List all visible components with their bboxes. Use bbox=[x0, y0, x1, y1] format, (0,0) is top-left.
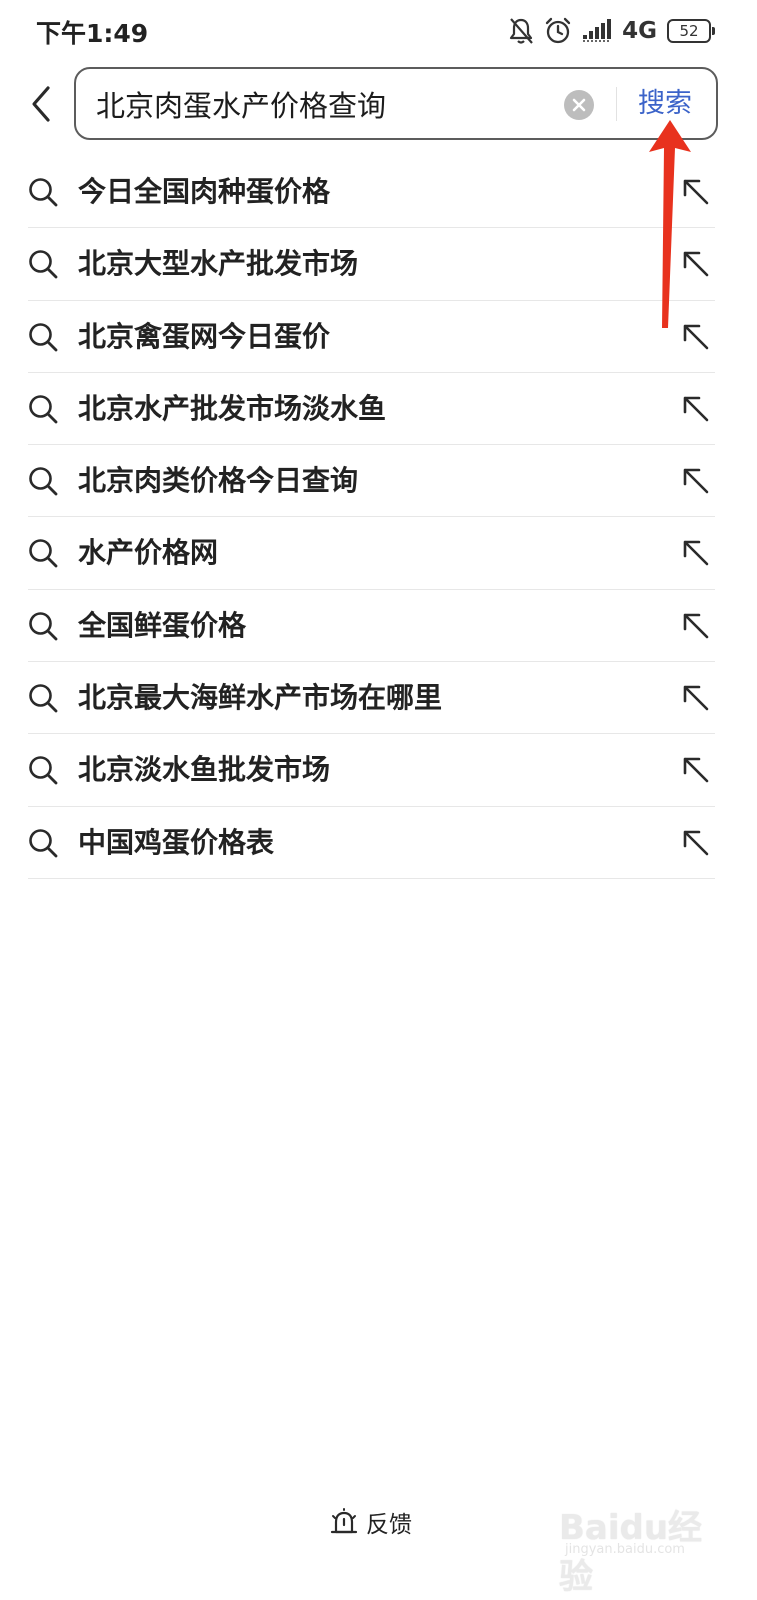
clear-button[interactable] bbox=[564, 90, 594, 120]
search-icon bbox=[29, 684, 58, 713]
suggestion-item[interactable]: 北京禽蛋网今日蛋价 bbox=[28, 301, 715, 373]
feedback-label: 反馈 bbox=[366, 1512, 412, 1538]
search-bar: 搜索 bbox=[74, 67, 718, 140]
search-icon bbox=[29, 756, 58, 785]
suggestion-list: 今日全国肉种蛋价格 北京大型水产批发市场 北京禽蛋网今日蛋价 北京水产批发市场淡… bbox=[28, 156, 715, 879]
feedback-icon bbox=[330, 1508, 358, 1534]
search-divider bbox=[616, 87, 617, 121]
suggestion-item[interactable]: 水产价格网 bbox=[28, 517, 715, 590]
annotation-arrow bbox=[649, 120, 691, 328]
suggestion-text: 全国鲜蛋价格 bbox=[78, 608, 247, 642]
suggestion-text: 水产价格网 bbox=[78, 536, 219, 570]
search-icon bbox=[29, 539, 58, 568]
back-button[interactable] bbox=[22, 82, 58, 126]
back-icon bbox=[32, 86, 50, 122]
search-icon bbox=[29, 467, 58, 496]
fill-arrow-icon[interactable] bbox=[680, 610, 712, 642]
suggestion-text: 北京淡水鱼批发市场 bbox=[78, 753, 331, 787]
suggestion-text: 北京肉类价格今日查询 bbox=[78, 464, 359, 498]
suggestion-text: 中国鸡蛋价格表 bbox=[78, 825, 275, 859]
search-icon bbox=[29, 611, 58, 641]
status-icons: 4G 52 bbox=[508, 14, 715, 48]
alarm-icon bbox=[544, 17, 572, 45]
search-icon bbox=[29, 250, 58, 279]
search-icon bbox=[29, 178, 58, 207]
battery-level: 52 bbox=[679, 22, 699, 40]
mute-icon bbox=[508, 17, 534, 45]
watermark-url: jingyan.baidu.com bbox=[565, 1542, 685, 1557]
fill-arrow-icon[interactable] bbox=[680, 682, 712, 714]
suggestion-text: 北京禽蛋网今日蛋价 bbox=[78, 319, 331, 353]
watermark: Baidu经验 jingyan.baidu.com bbox=[559, 1494, 709, 1597]
clear-icon bbox=[564, 90, 594, 120]
search-input[interactable] bbox=[96, 81, 556, 126]
search-icon bbox=[29, 828, 58, 858]
suggestion-text: 北京最大海鲜水产市场在哪里 bbox=[78, 681, 443, 715]
search-icon bbox=[29, 322, 58, 351]
suggestion-item[interactable]: 中国鸡蛋价格表 bbox=[28, 807, 715, 879]
suggestion-item[interactable]: 北京肉类价格今日查询 bbox=[28, 445, 715, 518]
fill-arrow-icon[interactable] bbox=[680, 537, 712, 569]
status-time: 下午1:49 bbox=[36, 19, 149, 48]
suggestion-item[interactable]: 北京大型水产批发市场 bbox=[28, 228, 715, 301]
fill-arrow-icon[interactable] bbox=[680, 465, 712, 497]
status-bar: 下午1:49 4G 52 bbox=[0, 0, 757, 62]
suggestion-item[interactable]: 北京水产批发市场淡水鱼 bbox=[28, 373, 715, 446]
suggestion-text: 北京水产批发市场淡水鱼 bbox=[78, 391, 387, 425]
suggestion-item[interactable]: 今日全国肉种蛋价格 bbox=[28, 156, 715, 229]
signal-icon bbox=[582, 19, 612, 43]
suggestion-item[interactable]: 全国鲜蛋价格 bbox=[28, 590, 715, 663]
battery-icon: 52 bbox=[667, 19, 715, 43]
suggestion-text: 北京大型水产批发市场 bbox=[78, 247, 359, 281]
suggestion-text: 今日全国肉种蛋价格 bbox=[78, 175, 331, 208]
fill-arrow-icon[interactable] bbox=[680, 393, 712, 425]
search-icon bbox=[29, 395, 58, 424]
network-label: 4G bbox=[622, 18, 657, 44]
suggestion-item[interactable]: 北京淡水鱼批发市场 bbox=[28, 734, 715, 807]
feedback-button[interactable]: 反馈 bbox=[330, 1504, 412, 1540]
search-page: 下午1:49 4G 52 北京肉蛋水产价格查询 搜索 今日全国肉种蛋价格 北京大… bbox=[0, 0, 757, 1600]
suggestion-item[interactable]: 北京最大海鲜水产市场在哪里 bbox=[28, 662, 715, 735]
fill-arrow-icon[interactable] bbox=[680, 754, 712, 786]
fill-arrow-icon[interactable] bbox=[680, 827, 712, 859]
